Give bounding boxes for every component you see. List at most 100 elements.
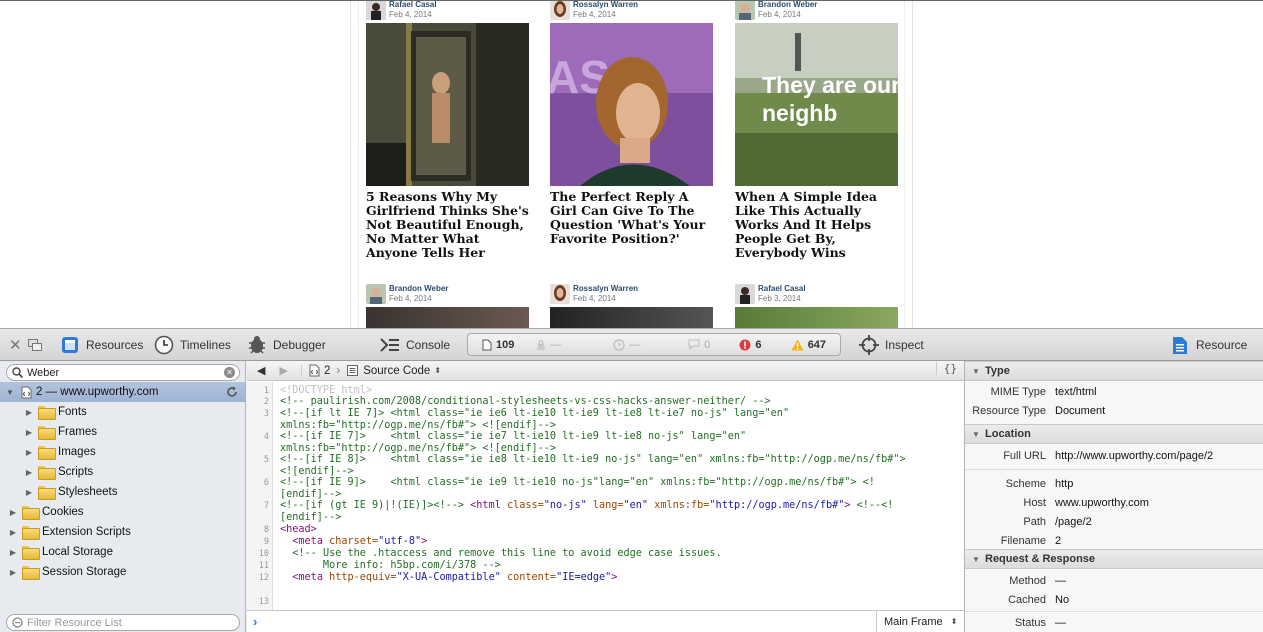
close-icon[interactable]: ✕ xyxy=(9,335,22,355)
article-thumbnail[interactable] xyxy=(366,23,529,186)
select-arrows-icon[interactable]: ⬍ xyxy=(434,366,441,375)
line-number: 3 xyxy=(263,409,269,419)
line-number: 2 xyxy=(263,397,269,407)
code-line[interactable]: <head> xyxy=(280,524,317,536)
list-icon xyxy=(347,365,359,376)
tree-item-frames[interactable]: ▶ Frames xyxy=(0,422,245,442)
log-count[interactable]: 0 xyxy=(688,339,739,351)
disclosure-closed-icon[interactable]: ▶ xyxy=(24,467,34,477)
detail-row: Resource Type Document xyxy=(972,405,1106,417)
folder-icon xyxy=(38,426,56,440)
tree-item-local-storage[interactable]: ▶ Local Storage xyxy=(0,542,245,562)
folder-icon xyxy=(22,526,40,540)
tab-timelines[interactable]: Timelines xyxy=(154,335,231,355)
code-line[interactable]: <!DOCTYPE html> xyxy=(280,385,372,397)
avatar xyxy=(550,284,570,304)
author-name[interactable]: Rossalyn Warren xyxy=(573,1,638,9)
code-line[interactable]: <!--[if IE 9]> <html class="ie ie9 lt-ie… xyxy=(280,477,875,500)
tab-resources[interactable]: Resources xyxy=(60,335,143,355)
tree-item-cookies[interactable]: ▶ Cookies xyxy=(0,502,245,522)
line-number: 5 xyxy=(263,455,269,465)
disclosure-closed-icon[interactable]: ▶ xyxy=(24,487,34,497)
article-thumbnail[interactable] xyxy=(550,307,713,328)
article-thumbnail[interactable] xyxy=(735,307,898,328)
author-name[interactable]: Rafael Casal xyxy=(758,284,806,293)
author-name[interactable]: Rossalyn Warren xyxy=(573,284,638,293)
post-date: Feb 4, 2014 xyxy=(758,10,801,19)
disclosure-closed-icon[interactable]: ▶ xyxy=(24,447,34,457)
undock-icon[interactable] xyxy=(28,335,42,355)
disclosure-closed-icon[interactable]: ▶ xyxy=(8,567,18,577)
tree-item-images[interactable]: ▶ Images xyxy=(0,442,245,462)
view-mode-select[interactable]: Source Code xyxy=(363,365,430,377)
disclosure-closed-icon[interactable]: ▶ xyxy=(8,507,18,517)
tab-console[interactable]: Console xyxy=(380,335,450,355)
code-line[interactable]: <meta http-equiv="X-UA-Compatible" conte… xyxy=(280,572,617,584)
quick-console[interactable]: › Main Frame ⬍ xyxy=(247,610,964,632)
code-line[interactable]: More info: h5bp.com/i/378 --> xyxy=(280,560,501,572)
forward-arrow-icon[interactable]: ▶ xyxy=(279,364,287,377)
disclosure-closed-icon[interactable]: ▶ xyxy=(24,427,34,437)
breadcrumb-separator-icon: › xyxy=(336,364,341,377)
post-date: Feb 4, 2014 xyxy=(389,10,432,19)
tree-item-extension-scripts[interactable]: ▶ Extension Scripts xyxy=(0,522,245,542)
tree-item-scripts[interactable]: ▶ Scripts xyxy=(0,462,245,482)
author-name[interactable]: Brandon Weber xyxy=(758,1,817,9)
code-line[interactable]: <!-- paulirish.com/2008/conditional-styl… xyxy=(280,396,771,408)
back-arrow-icon[interactable]: ◀ xyxy=(257,364,265,377)
tab-label: Console xyxy=(406,338,451,352)
section-header-type[interactable]: ▼ Type xyxy=(965,361,1263,381)
resource-count[interactable]: 109 xyxy=(482,339,536,351)
code-line[interactable]: <!--[if lt IE 7]> <html class="ie ie6 lt… xyxy=(280,408,789,431)
filter-resource-input[interactable]: Filter Resource List xyxy=(6,614,240,631)
article-thumbnail[interactable]: They are our neighb xyxy=(735,23,898,186)
code-line[interactable]: <!--[if IE 8]> <html class="ie ie8 lt-ie… xyxy=(280,454,906,477)
disclosure-open-icon[interactable]: ▼ xyxy=(5,387,15,397)
article-thumbnail[interactable]: AS xyxy=(550,23,713,186)
disclosure-closed-icon[interactable]: ▶ xyxy=(8,527,18,537)
tab-label: Resource xyxy=(1196,338,1248,352)
article-title[interactable]: The Perfect Reply A Girl Can Give To The… xyxy=(550,190,713,246)
tab-resource-details[interactable]: Resource xyxy=(1170,335,1247,355)
tree-label: 2 — www.upworthy.com xyxy=(36,386,159,398)
tree-item-session-storage[interactable]: ▶ Session Storage xyxy=(0,562,245,582)
code-line[interactable]: <!--[if (gt IE 9)|!(IE)]><!--> <html cla… xyxy=(280,500,893,523)
tree-item-document[interactable]: ▼ 2 — www.upworthy.com xyxy=(0,382,245,402)
section-header-request-response[interactable]: ▼ Request & Response xyxy=(965,549,1263,569)
frame-select[interactable]: Main Frame ⬍ xyxy=(876,611,964,632)
resource-size[interactable]: — xyxy=(536,339,613,351)
tab-debugger[interactable]: Debugger xyxy=(247,335,326,355)
disclosure-open-icon: ▼ xyxy=(972,554,980,564)
tree-item-stylesheets[interactable]: ▶ Stylesheets xyxy=(0,482,245,502)
disclosure-closed-icon[interactable]: ▶ xyxy=(24,407,34,417)
tree-item-fonts[interactable]: ▶ Fonts xyxy=(0,402,245,422)
activity-dashboard[interactable]: 109 — — 0 6 647 xyxy=(467,333,841,356)
error-count[interactable]: 6 xyxy=(739,339,790,351)
section-header-location[interactable]: ▼ Location xyxy=(965,424,1263,444)
disclosure-open-icon: ▼ xyxy=(972,429,980,439)
breadcrumb-resource[interactable]: 2 xyxy=(324,365,330,377)
speech-bubble-icon xyxy=(688,339,700,350)
code-line[interactable]: <!-- Use the .htaccess and remove this l… xyxy=(280,548,721,560)
warning-count[interactable]: 647 xyxy=(791,339,840,351)
avatar xyxy=(366,1,386,20)
disclosure-closed-icon[interactable]: ▶ xyxy=(8,547,18,557)
tab-inspect[interactable]: Inspect xyxy=(859,335,924,355)
code-line[interactable]: <!--[if IE 7]> <html class="ie ie7 lt-ie… xyxy=(280,431,746,454)
line-number: 4 xyxy=(263,432,269,442)
article-title[interactable]: 5 Reasons Why My Girlfriend Thinks She's… xyxy=(366,190,529,260)
load-time[interactable]: — xyxy=(613,339,688,351)
reload-icon[interactable] xyxy=(226,386,238,398)
article-title[interactable]: When A Simple Idea Like This Actually Wo… xyxy=(735,190,898,260)
author-name[interactable]: Brandon Weber xyxy=(389,284,448,293)
author-name[interactable]: Rafael Casal xyxy=(389,1,437,9)
select-arrows-icon: ⬍ xyxy=(950,617,958,626)
error-icon xyxy=(739,339,751,350)
clear-search-icon[interactable]: ✕ xyxy=(224,367,235,378)
search-input[interactable]: Weber ✕ xyxy=(6,364,240,381)
search-value: Weber xyxy=(27,366,60,379)
article-thumbnail[interactable] xyxy=(366,307,529,328)
format-button[interactable]: {} xyxy=(935,362,957,375)
code-line[interactable]: <meta charset="utf-8"> xyxy=(280,536,427,548)
card-author: Rossalyn Warren Feb 4, 2014 xyxy=(550,1,713,22)
